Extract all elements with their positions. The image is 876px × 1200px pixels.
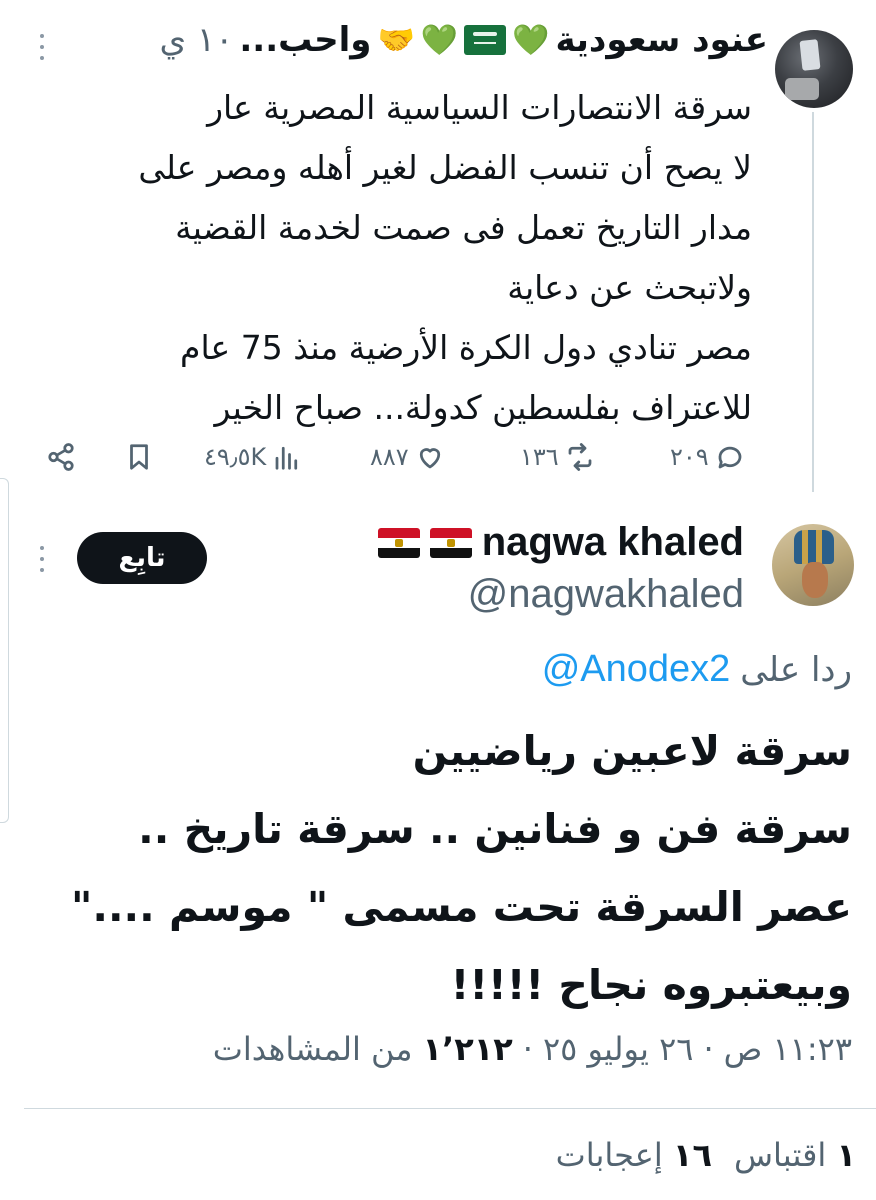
repost-icon xyxy=(568,443,592,471)
parent-text-line: لا يصح أن تنسب الفضل لغير أهله ومصر على xyxy=(138,148,752,187)
quotes-count: ١ xyxy=(836,1136,856,1174)
scrollbar-edge[interactable] xyxy=(0,478,9,823)
main-tweet-text: سرقة لاعبين رياضيين سرقة فن و فنانين .. … xyxy=(22,712,852,1024)
quotes-stat[interactable]: ١ اقتباس xyxy=(734,1136,856,1174)
main-text-line: سرقة فن و فنانين .. سرقة تاريخ .. xyxy=(138,805,852,853)
reply-bubble-icon xyxy=(718,446,742,469)
main-text-line: عصر السرقة تحت مسمى " موسم ...." xyxy=(71,883,852,931)
like-button[interactable]: ٨٨٧ xyxy=(370,442,445,472)
likes-count: ١٦ xyxy=(672,1136,712,1174)
more-options-icon[interactable] xyxy=(38,34,46,60)
main-author-name[interactable]: nagwa khaled xyxy=(482,520,744,565)
reply-count: ٢٠٩ xyxy=(670,443,709,471)
likes-label: إعجابات xyxy=(555,1136,663,1174)
more-options-icon[interactable] xyxy=(38,546,46,572)
tweet-date[interactable]: ٢٦ يوليو ٢٥ xyxy=(543,1030,693,1068)
main-avatar[interactable] xyxy=(772,524,854,606)
replying-to-label: ردا على xyxy=(740,650,852,690)
parent-text-line: للاعتراف بفلسطين كدولة... صباح الخير xyxy=(214,388,752,427)
share-button[interactable] xyxy=(46,442,76,472)
tweet-views-label: من المشاهدات xyxy=(212,1030,413,1068)
parent-header: عنود سعودية 💚 💚 🤝 واحب... ١٠ ي xyxy=(159,20,768,60)
tweet-metadata: ١١:٢٣ ص · ٢٦ يوليو ٢٥ · ١٬٢١٢ من المشاهد… xyxy=(213,1030,852,1068)
main-text-line: سرقة لاعبين رياضيين xyxy=(412,727,852,775)
likes-stat[interactable]: ١٦ إعجابات xyxy=(556,1136,712,1174)
bookmark-icon xyxy=(130,444,148,470)
replying-to: ردا على @Anodex2 xyxy=(542,648,852,691)
divider xyxy=(24,1108,876,1109)
views-bar-chart-icon xyxy=(275,446,298,470)
parent-author-name[interactable]: عنود سعودية xyxy=(556,20,768,60)
tweet-time[interactable]: ١١:٢٣ ص xyxy=(724,1030,852,1068)
heart-icon xyxy=(419,448,440,469)
saudi-flag-icon xyxy=(464,25,507,55)
parent-action-bar: ٤٩٫٥K ٨٨٧ ١٣٦ ٢٠٩ xyxy=(40,438,760,482)
reply-button[interactable]: ٢٠٩ xyxy=(670,442,745,472)
parent-avatar[interactable] xyxy=(775,30,853,108)
quotes-label: اقتباس xyxy=(733,1136,827,1174)
parent-text-line: سرقة الانتصارات السياسية المصرية عار xyxy=(207,88,752,127)
green-heart-emoji: 💚 xyxy=(512,22,550,58)
engagement-stats: ١ اقتباس ١٦ إعجابات xyxy=(556,1136,856,1174)
replying-to-handle-link[interactable]: @Anodex2 xyxy=(542,648,731,691)
share-icon xyxy=(48,443,74,471)
parent-timestamp[interactable]: ١٠ ي xyxy=(159,20,233,60)
main-author-handle[interactable]: @nagwakhaled xyxy=(468,572,744,617)
parent-text-line: مصر تنادي دول الكرة الأرضية منذ 75 عام xyxy=(180,328,752,367)
thread-connector-line xyxy=(812,112,814,492)
views-button[interactable]: ٤٩٫٥K xyxy=(204,442,302,472)
follow-button[interactable]: تابِع xyxy=(77,532,207,584)
tweet-views-count: ١٬٢١٢ xyxy=(422,1030,513,1068)
egypt-flag-icon xyxy=(377,527,420,558)
green-heart-emoji-2: 💚 xyxy=(420,22,459,58)
parent-tweet[interactable]: عنود سعودية 💚 💚 🤝 واحب... ١٠ ي سرقة الان… xyxy=(0,0,876,500)
handshake-emoji: 🤝 xyxy=(377,22,415,58)
views-count: ٤٩٫٥K xyxy=(204,443,267,471)
bookmark-button[interactable] xyxy=(124,442,154,472)
parent-text-line: مدار التاريخ تعمل فى صمت لخدمة القضية xyxy=(175,208,752,247)
egypt-flag-icon xyxy=(429,527,472,558)
repost-button[interactable]: ١٣٦ xyxy=(520,442,595,472)
meta-separator: · xyxy=(522,1030,533,1068)
like-count: ٨٨٧ xyxy=(370,443,409,471)
parent-text-line: ولاتبحث عن دعاية xyxy=(507,268,752,307)
repost-count: ١٣٦ xyxy=(520,443,559,471)
main-author-row: nagwa khaled xyxy=(377,520,744,565)
meta-separator: · xyxy=(703,1030,714,1068)
main-text-line: وبيعتبروه نجاح !!!!! xyxy=(450,961,852,1009)
parent-name-suffix: واحب... xyxy=(239,20,372,60)
parent-tweet-text: سرقة الانتصارات السياسية المصرية عار لا … xyxy=(62,78,752,438)
